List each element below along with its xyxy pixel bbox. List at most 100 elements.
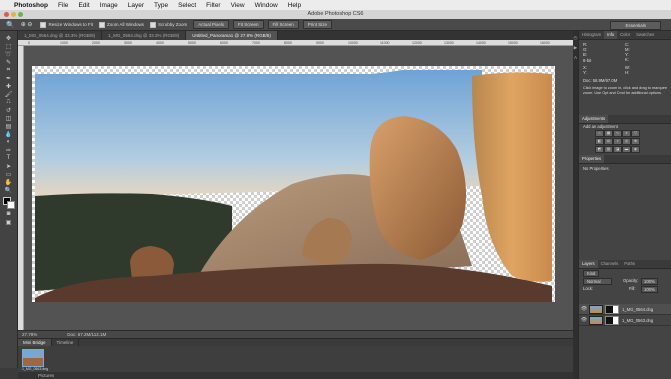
properties-panel-header: Properties <box>579 155 671 164</box>
gradient-tool-icon[interactable]: ▤ <box>3 123 14 130</box>
visibility-eye-icon[interactable]: 👁 <box>579 317 589 323</box>
minimize-window-icon[interactable] <box>11 12 16 17</box>
menu-edit[interactable]: Edit <box>78 2 89 9</box>
document-size[interactable]: Doc: 67.2M/112.1M <box>67 332 106 337</box>
tab-layers[interactable]: Layers <box>579 260 598 268</box>
layer-mask-thumbnail[interactable] <box>605 315 619 325</box>
tab-adjustments[interactable]: Adjustments <box>579 115 609 123</box>
zoom-all-checkbox[interactable] <box>98 21 105 28</box>
opacity-field[interactable]: 100% <box>641 278 658 285</box>
quick-mask-icon[interactable]: ◙ <box>3 211 14 217</box>
menu-layer[interactable]: Layer <box>128 2 144 9</box>
brush-tool-icon[interactable]: 🖌 <box>3 91 14 98</box>
layer-kind-filter[interactable]: Kind <box>583 270 600 277</box>
info-b: B: <box>583 52 587 57</box>
tab-color[interactable]: Color <box>617 31 633 39</box>
menu-image[interactable]: Image <box>100 2 118 9</box>
rectangle-tool-icon[interactable]: ▭ <box>3 171 14 178</box>
gradient-map-icon[interactable]: ▬ <box>622 146 631 153</box>
mini-bridge-path[interactable]: Pictures <box>38 373 54 378</box>
menu-help[interactable]: Help <box>288 2 301 9</box>
clone-stamp-tool-icon[interactable]: ⎍ <box>3 99 14 105</box>
tab-document-1[interactable]: 1_MG_0564.dng @ 33.3% (RGB/8) <box>18 31 103 40</box>
levels-icon[interactable]: ▦ <box>604 130 613 137</box>
fit-screen-button[interactable]: Fit Screen <box>233 20 264 29</box>
healing-brush-tool-icon[interactable]: ✚ <box>3 83 14 90</box>
photo-filter-icon[interactable]: ◎ <box>622 138 631 145</box>
scrubby-zoom-option[interactable]: Scrubby Zoom <box>149 21 187 28</box>
pen-tool-icon[interactable]: ✑ <box>3 147 14 154</box>
eraser-tool-icon[interactable]: ◫ <box>3 115 14 122</box>
workspace-switcher[interactable]: Essentials <box>610 21 661 30</box>
tab-paths[interactable]: Paths <box>621 260 638 268</box>
menu-select[interactable]: Select <box>178 2 196 9</box>
black-white-icon[interactable]: ◑ <box>613 138 622 145</box>
type-tool-icon[interactable]: T <box>3 155 14 161</box>
document-tabs: 1_MG_0564.dng @ 33.3% (RGB/8) 1_MG_0563.… <box>18 31 573 40</box>
tab-histogram[interactable]: Histogram <box>579 31 604 39</box>
resize-windows-option[interactable]: Resize Windows to Fit <box>40 21 93 28</box>
fill-field[interactable]: 100% <box>641 286 658 293</box>
path-select-tool-icon[interactable]: ➤ <box>3 163 14 170</box>
tab-swatches[interactable]: Swatches <box>633 31 657 39</box>
dodge-tool-icon[interactable]: ◐ <box>3 139 14 145</box>
screen-mode-icon[interactable]: ▣ <box>3 219 14 226</box>
zoom-all-windows-option[interactable]: Zoom All Windows <box>98 21 144 28</box>
exposure-icon[interactable]: ± <box>622 130 631 137</box>
blur-tool-icon[interactable]: 💧 <box>3 131 14 138</box>
zoom-tool-sidebar-icon[interactable]: 🔍 <box>3 187 14 194</box>
vibrance-icon[interactable]: ▽ <box>631 130 640 137</box>
visibility-eye-icon[interactable]: 👁 <box>579 306 589 312</box>
zoom-level[interactable]: 27.78% <box>22 332 37 337</box>
info-bit-left: 8-bit <box>583 58 592 63</box>
menu-app-name[interactable]: Photoshop <box>14 2 48 9</box>
eyedropper-tool-icon[interactable]: ✒ <box>3 75 14 82</box>
scrubby-zoom-checkbox[interactable] <box>149 21 156 28</box>
menu-file[interactable]: File <box>58 2 68 9</box>
menu-filter[interactable]: Filter <box>206 2 220 9</box>
tab-mini-bridge[interactable]: Mini Bridge <box>18 339 52 346</box>
document-canvas[interactable] <box>32 66 555 302</box>
zoom-window-icon[interactable] <box>18 12 23 17</box>
tab-timeline[interactable]: Timeline <box>52 339 80 346</box>
invert-icon[interactable]: ◩ <box>595 146 604 153</box>
tab-info[interactable]: Info <box>604 31 618 39</box>
lasso-tool-icon[interactable]: ➰ <box>3 51 14 58</box>
layer-mask-thumbnail[interactable] <box>605 304 619 314</box>
background-color-swatch[interactable] <box>7 201 15 209</box>
selective-color-icon[interactable]: ◈ <box>631 146 640 153</box>
brightness-contrast-icon[interactable]: ☼ <box>595 130 604 137</box>
menu-window[interactable]: Window <box>255 2 278 9</box>
print-size-button[interactable]: Print Size <box>302 20 333 29</box>
zoom-tool-icon[interactable]: 🔍 <box>6 21 15 29</box>
layer-name[interactable]: 1_MG_0564.dng <box>622 307 653 312</box>
tab-channels[interactable]: Channels <box>598 260 622 268</box>
menu-view[interactable]: View <box>231 2 245 9</box>
color-balance-icon[interactable]: ⚖ <box>604 138 613 145</box>
move-tool-icon[interactable]: ✥ <box>3 35 14 42</box>
marquee-tool-icon[interactable]: ⬚ <box>3 43 14 50</box>
resize-windows-checkbox[interactable] <box>40 21 47 28</box>
hue-saturation-icon[interactable]: ◧ <box>595 138 604 145</box>
layer-row[interactable]: 👁 1_MG_0563.dng <box>579 315 671 326</box>
layer-row[interactable]: 👁 1_MG_0564.dng <box>579 304 671 315</box>
curves-icon[interactable]: ∿ <box>613 130 622 137</box>
close-window-icon[interactable] <box>4 12 9 17</box>
menu-type[interactable]: Type <box>154 2 168 9</box>
posterize-icon[interactable]: ▥ <box>604 146 613 153</box>
fill-screen-button[interactable]: Fill Screen <box>267 20 299 29</box>
zoom-in-out-icons[interactable]: ⊕ ⊖ <box>21 21 33 28</box>
tab-document-3-active[interactable]: Untitled_Panorama1 @ 27.8% (RGB/8) <box>186 31 278 40</box>
tab-document-2[interactable]: 1_MG_0563.dng @ 33.3% (RGB/8) <box>102 31 187 40</box>
mini-bridge-thumbnail[interactable] <box>22 349 44 367</box>
channel-mixer-icon[interactable]: ⊕ <box>631 138 640 145</box>
hand-tool-icon[interactable]: ✋ <box>3 179 14 186</box>
history-brush-tool-icon[interactable]: ↺ <box>3 107 14 114</box>
layer-name[interactable]: 1_MG_0563.dng <box>622 318 653 323</box>
quick-select-tool-icon[interactable]: ✎ <box>3 59 14 66</box>
actual-pixels-button[interactable]: Actual Pixels <box>193 20 230 29</box>
blend-mode-select[interactable]: Normal <box>583 278 612 285</box>
tab-properties[interactable]: Properties <box>579 155 605 163</box>
threshold-icon[interactable]: ◪ <box>613 146 622 153</box>
crop-tool-icon[interactable]: ⌗ <box>3 67 14 73</box>
